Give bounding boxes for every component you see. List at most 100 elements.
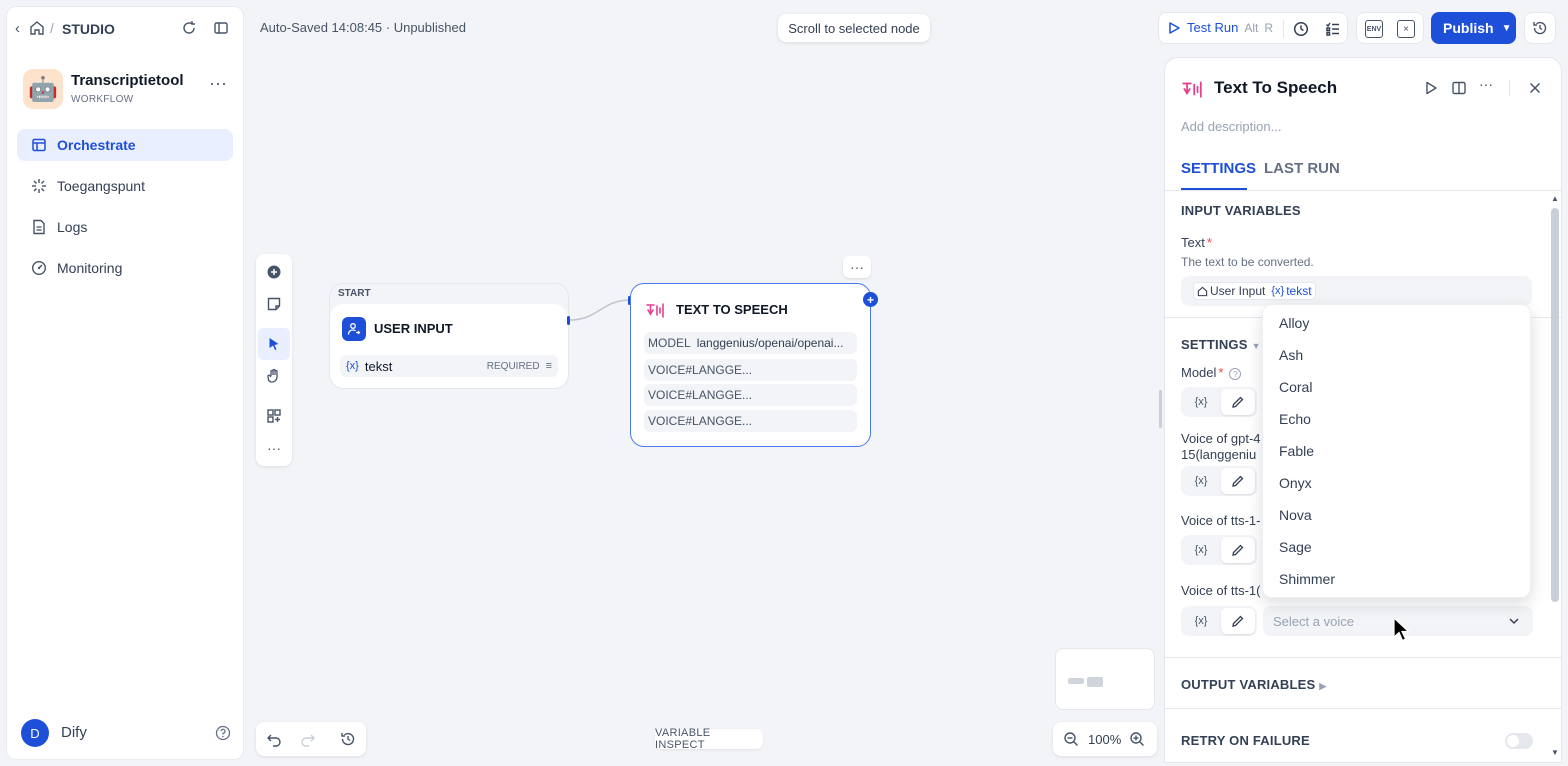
history-icon [1533,21,1547,35]
hand-icon [267,368,278,383]
hand-mode-button[interactable] [264,366,284,386]
publish-button[interactable]: Publish ▼ [1431,12,1516,44]
tab-last-run[interactable]: LAST RUN [1264,160,1340,177]
sidebar-item-monitoring[interactable]: Monitoring [17,252,233,284]
version-history-icon[interactable] [340,731,356,747]
variable-mode-button[interactable]: {x} [1187,606,1215,636]
divider [1509,80,1510,96]
zoom-in-icon[interactable] [1129,731,1145,747]
avatar[interactable]: D [21,719,49,747]
undo-icon[interactable] [266,731,282,747]
minimap-node [1068,678,1084,684]
output-variables-heading[interactable]: OUTPUT VARIABLES ▶ [1181,677,1327,692]
test-run-button[interactable]: Test Run Alt R [1167,20,1273,35]
zoom-level[interactable]: 100% [1088,732,1121,747]
sidebar-item-logs[interactable]: Logs [17,211,233,243]
retry-on-failure-heading: RETRY ON FAILURE [1181,733,1310,748]
breadcrumb-studio[interactable]: STUDIO [62,21,115,37]
retry-toggle[interactable] [1505,733,1533,749]
divider [1165,708,1561,709]
voice-option[interactable]: Ash [1279,347,1303,363]
node-more-button[interactable]: ··· [843,256,871,278]
minimap[interactable] [1055,648,1155,710]
voice-row: VOICE#LANGGE... [644,384,857,406]
history-button[interactable] [1524,12,1556,44]
add-next-node-icon[interactable]: + [863,292,878,307]
sidebar-item-toegangspunt[interactable]: Toegangspunt [17,170,233,202]
text-to-speech-icon [1182,81,1202,98]
voice-option[interactable]: Shimmer [1279,571,1335,587]
voice-option[interactable]: Onyx [1279,475,1312,491]
checklist-clock-icon[interactable] [1293,21,1309,37]
variable-icon[interactable]: × [1397,20,1415,38]
text-to-speech-node[interactable]: TEXT TO SPEECH MODEL langgenius/openai/o… [630,283,871,447]
pointer-mode-button[interactable] [258,328,290,360]
split-view-icon[interactable] [1451,80,1467,96]
model-label: MODEL [648,336,691,350]
variable-mode-button[interactable]: {x} [1187,387,1215,417]
scrollbar[interactable] [1551,208,1559,602]
more-icon[interactable]: ··· [1479,76,1495,92]
variable-mode-button[interactable]: {x} [1187,466,1215,496]
scroll-down-icon[interactable]: ▼ [1551,748,1559,757]
env-toolbar: ENV × [1356,12,1424,44]
collapse-sidebar-icon[interactable] [213,20,229,36]
voice-option[interactable]: Fable [1279,443,1314,459]
zoom-controls: 100% [1053,722,1157,756]
scroll-up-icon[interactable]: ▲ [1551,194,1559,203]
run-step-icon[interactable] [1423,80,1439,96]
voice-option[interactable]: Echo [1279,411,1311,427]
add-node-button[interactable] [264,262,284,282]
voice-field-label: Voice of tts-1- [1181,513,1261,528]
back-icon[interactable]: ‹ [15,20,20,37]
voice-row: VOICE#LANGGE... [644,410,857,432]
voice-option[interactable]: Sage [1279,539,1312,555]
select-placeholder: Select a voice [1273,613,1354,629]
voice-option[interactable]: Alloy [1279,315,1309,331]
checklist-icon[interactable] [1325,21,1341,37]
variable-row[interactable]: {x} tekst REQUIRED ≡ [340,355,558,377]
constant-mode-button[interactable] [1221,389,1255,415]
more-tools-button[interactable]: ··· [264,438,284,458]
voice-field-label: Voice of gpt-4 15(langgeniu [1181,431,1261,462]
settings-heading[interactable]: SETTINGS ▼ [1181,337,1261,352]
edit-icon [1232,544,1244,556]
description-input[interactable]: Add description... [1181,119,1281,134]
zoom-out-icon[interactable] [1063,731,1079,747]
user-name[interactable]: Dify [61,724,87,741]
variable-source: User Input [1210,284,1266,298]
home-icon[interactable] [29,20,45,36]
panel-title[interactable]: Text To Speech [1214,78,1337,98]
redo-icon[interactable] [300,731,316,747]
constant-mode-button[interactable] [1221,468,1255,494]
voice-option[interactable]: Coral [1279,379,1312,395]
shortcut-alt: Alt [1244,20,1259,35]
autosave-status: Auto-Saved 14:08:45 · Unpublished [260,20,466,35]
node-header: START [338,288,371,299]
env-icon[interactable]: ENV [1365,20,1383,38]
refresh-icon[interactable] [181,20,197,36]
organize-button[interactable] [264,406,284,426]
close-icon[interactable] [1527,80,1543,96]
help-icon[interactable] [215,725,231,741]
tab-settings[interactable]: SETTINGS [1181,160,1256,177]
more-icon[interactable]: ··· [209,73,227,94]
variable-inspect-button[interactable]: VARIABLE INSPECT [655,727,763,751]
panel-resize-handle[interactable] [1159,390,1162,428]
help-icon: ? [1229,367,1242,380]
app-card[interactable]: 🤖 Transcriptietool WORKFLOW ··· [23,69,233,113]
voice-option[interactable]: Nova [1279,507,1312,523]
sidebar-item-orchestrate[interactable]: Orchestrate [17,129,233,161]
divider [1165,657,1561,658]
constant-mode-button[interactable] [1221,537,1255,563]
source-handle[interactable] [567,316,570,325]
canvas-toolbar: ··· [256,254,292,466]
add-note-button[interactable] [264,294,284,314]
start-node[interactable]: START USER INPUT {x} tekst REQUIRED ≡ [329,283,569,389]
scroll-to-selected-node-button[interactable]: Scroll to selected node [778,14,930,42]
text-variable-input[interactable]: User Input {x} tekst [1181,276,1532,306]
constant-mode-button[interactable] [1221,608,1255,634]
logs-icon [33,219,45,235]
shortcut-key: R [1264,20,1273,35]
variable-mode-button[interactable]: {x} [1187,535,1215,565]
